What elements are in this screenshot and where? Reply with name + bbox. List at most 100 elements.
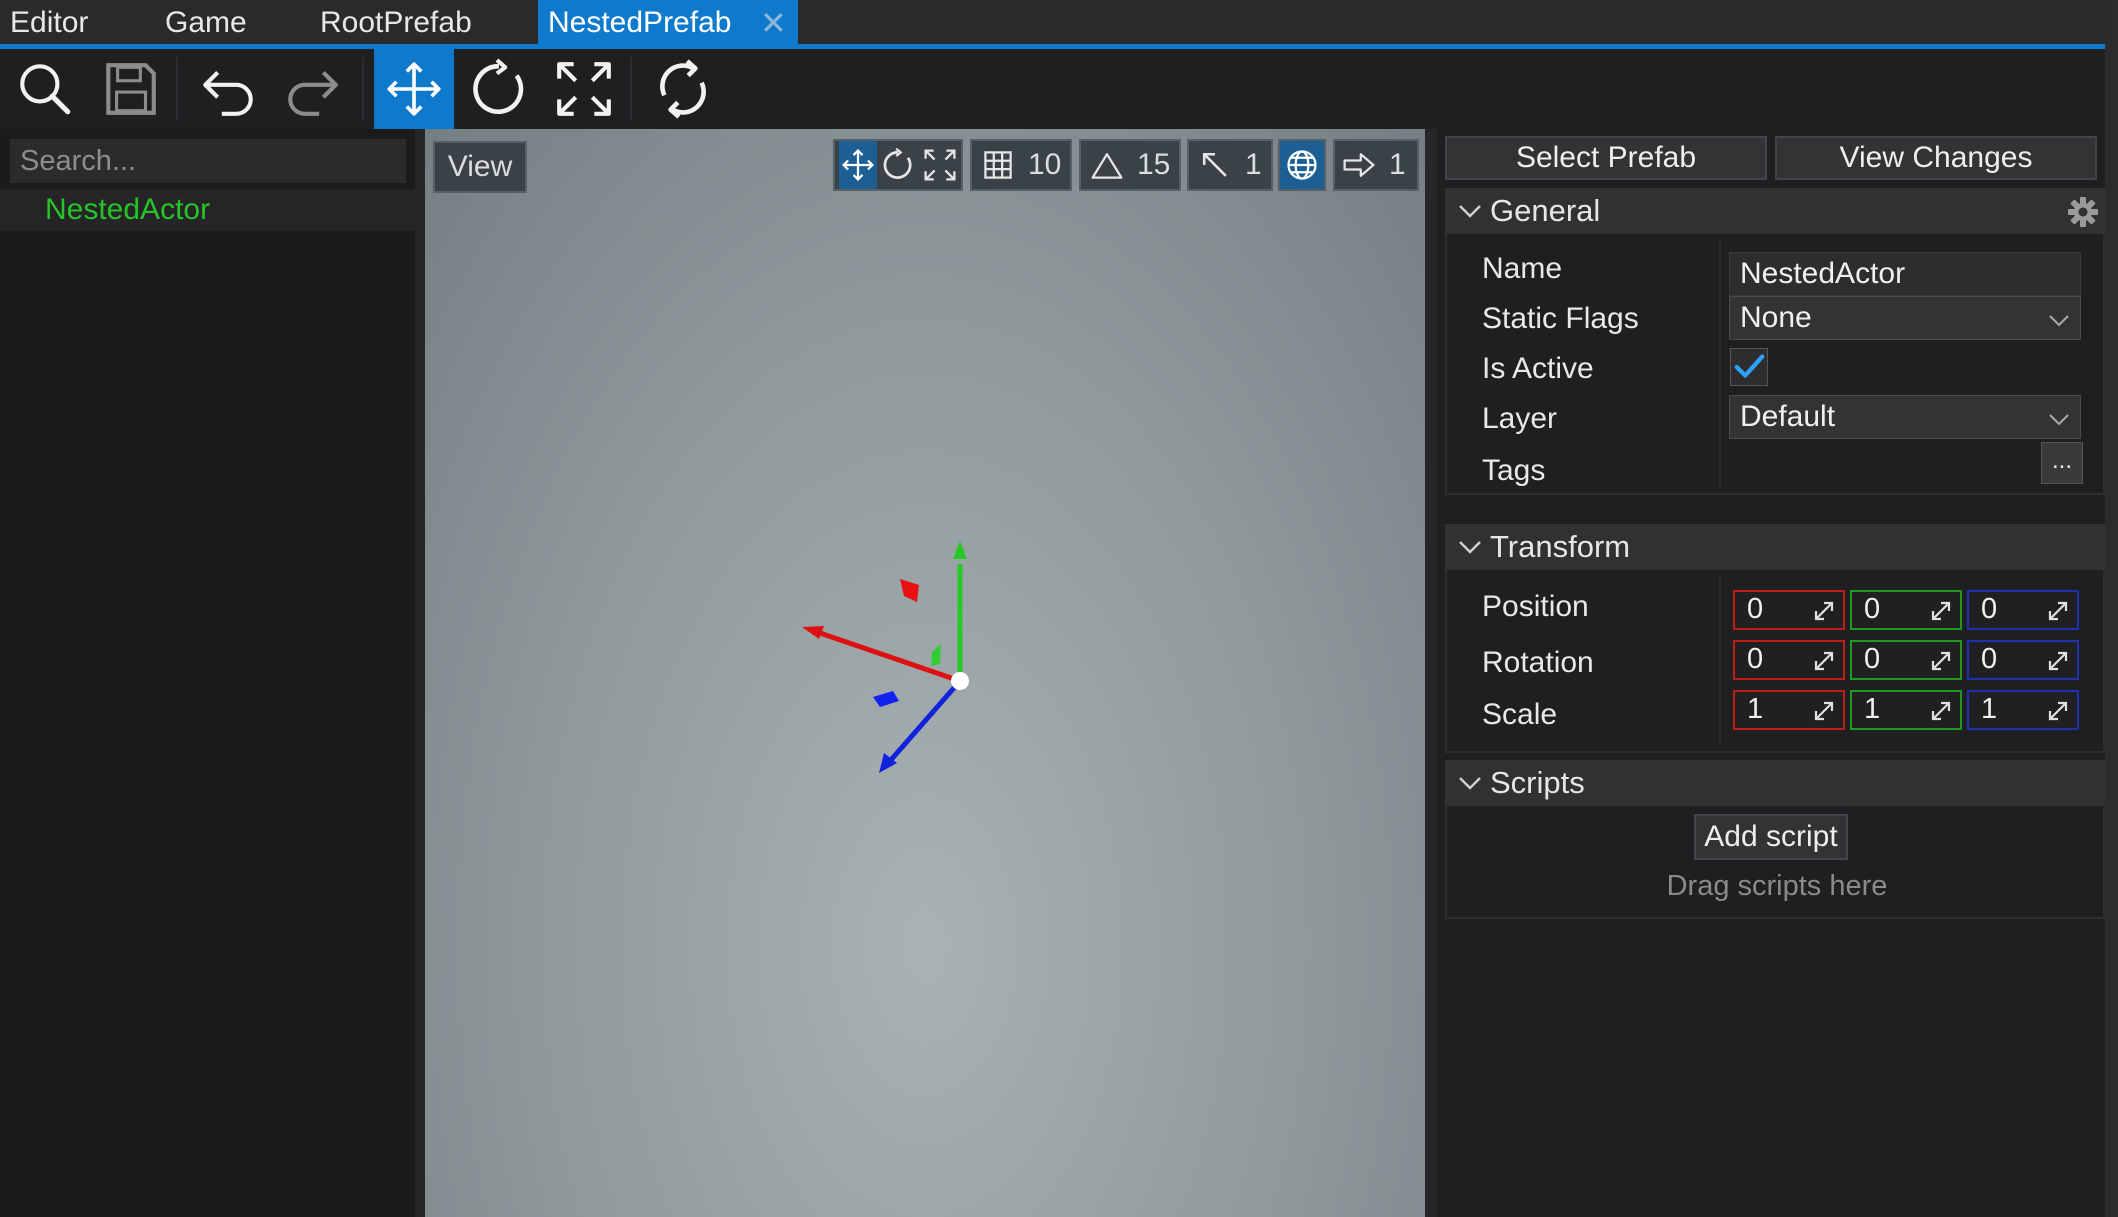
rotation-y-field[interactable]: 0 — [1850, 640, 1962, 680]
expand-arrow-icon[interactable] — [1928, 698, 1954, 724]
panel-splitter[interactable] — [415, 129, 425, 1217]
scale-x-field[interactable]: 1 — [1733, 690, 1845, 730]
is-active-checkbox[interactable] — [1730, 348, 1768, 386]
scale-snap-button[interactable]: 1 — [1187, 139, 1273, 191]
column-divider — [1719, 576, 1721, 746]
prefab-viewport[interactable]: View 10 15 1 1 — [425, 129, 1425, 1217]
scale-z-value: 1 — [1981, 693, 1998, 725]
scale-y-field[interactable]: 1 — [1850, 690, 1962, 730]
tree-item-label: NestedActor — [45, 193, 211, 226]
grid-snap-button[interactable]: 10 — [970, 139, 1072, 191]
tab-bar: Editor Game RootPrefab NestedPrefab ✕ — [0, 0, 2118, 46]
section-transform-header[interactable]: Transform — [1445, 524, 2105, 570]
chevron-down-icon — [1459, 205, 1481, 218]
arrow-right-icon — [1343, 153, 1375, 177]
name-label: Name — [1482, 252, 1563, 285]
section-general-body: Name NestedActor Static Flags None Is Ac… — [1445, 234, 2105, 495]
gear-icon[interactable] — [2067, 196, 2099, 228]
undo-button[interactable] — [188, 49, 268, 129]
gizmo-center[interactable] — [951, 672, 969, 690]
rotation-label: Rotation — [1482, 646, 1594, 679]
toolbar-separator — [362, 57, 364, 121]
angle-snap-button[interactable]: 15 — [1079, 139, 1181, 191]
tags-edit-button[interactable]: ... — [2041, 442, 2083, 484]
rotation-z-field[interactable]: 0 — [1967, 640, 2079, 680]
rotate-gizmo-toggle[interactable] — [877, 141, 919, 189]
position-y-value: 0 — [1864, 593, 1881, 625]
view-label: View — [447, 150, 513, 183]
position-x-field[interactable]: 0 — [1733, 590, 1845, 630]
window-edge — [2105, 0, 2118, 1217]
globe-icon — [1287, 150, 1317, 180]
translate-mode-button[interactable] — [374, 49, 454, 129]
search-button[interactable] — [5, 49, 85, 129]
scale-y-value: 1 — [1864, 693, 1881, 725]
expand-arrow-icon[interactable] — [1811, 598, 1837, 624]
position-z-value: 0 — [1981, 593, 1998, 625]
position-y-field[interactable]: 0 — [1850, 590, 1962, 630]
layer-value: Default — [1740, 400, 1836, 433]
scale-snap-value: 1 — [1245, 148, 1262, 181]
section-general-header[interactable]: General — [1445, 188, 2105, 234]
gizmo-yz-plane-handle[interactable] — [873, 691, 899, 707]
expand-arrow-icon[interactable] — [1811, 698, 1837, 724]
rotation-x-field[interactable]: 0 — [1733, 640, 1845, 680]
scale-x-value: 1 — [1747, 693, 1764, 725]
grid-snap-value: 10 — [1028, 148, 1062, 181]
section-title: Scripts — [1490, 765, 1585, 800]
translate-small-icon — [842, 149, 874, 181]
expand-arrow-icon[interactable] — [1928, 598, 1954, 624]
chevron-down-icon — [1459, 777, 1481, 790]
select-prefab-button[interactable]: Select Prefab — [1445, 136, 1767, 180]
expand-arrow-icon[interactable] — [1928, 648, 1954, 674]
world-space-button[interactable] — [1278, 139, 1326, 191]
gizmo-xz-plane-handle[interactable] — [931, 644, 941, 666]
expand-arrow-icon[interactable] — [2045, 648, 2071, 674]
rotate-mode-button[interactable] — [459, 49, 539, 129]
layer-dropdown[interactable]: Default — [1729, 395, 2081, 439]
tab-nestedprefab[interactable]: NestedPrefab ✕ — [538, 0, 798, 46]
toolbar — [0, 49, 2118, 129]
expand-arrow-icon[interactable] — [2045, 698, 2071, 724]
panel-splitter[interactable] — [1425, 129, 1437, 1217]
redo-button[interactable] — [273, 49, 353, 129]
tree-item-nestedactor[interactable]: NestedActor — [0, 189, 415, 231]
scale-small-icon — [924, 149, 956, 181]
tab-game[interactable]: Game — [155, 0, 310, 46]
angle-icon — [1091, 153, 1123, 179]
add-script-button[interactable]: Add script — [1694, 814, 1848, 860]
search-input[interactable] — [10, 139, 406, 183]
column-divider — [1719, 240, 1721, 490]
view-menu-button[interactable]: View — [433, 141, 527, 193]
position-label: Position — [1482, 590, 1589, 623]
translate-gizmo-toggle[interactable] — [839, 141, 877, 189]
tab-editor[interactable]: Editor — [0, 0, 155, 46]
close-icon[interactable]: ✕ — [760, 0, 787, 46]
expand-arrow-icon[interactable] — [2045, 598, 2071, 624]
static-flags-dropdown[interactable]: None — [1729, 296, 2081, 340]
tab-label: Editor — [10, 6, 89, 39]
camera-speed-button[interactable]: 1 — [1333, 139, 1419, 191]
reload-button[interactable] — [643, 49, 723, 129]
scale-gizmo-toggle[interactable] — [919, 141, 961, 189]
save-button[interactable] — [90, 49, 170, 129]
tab-rootprefab[interactable]: RootPrefab — [310, 0, 538, 46]
rotate-gizmo-icon — [473, 58, 524, 115]
name-value: NestedActor — [1740, 257, 1906, 290]
scale-z-field[interactable]: 1 — [1967, 690, 2079, 730]
chevron-down-icon — [1459, 541, 1481, 554]
scale-mode-button[interactable] — [544, 49, 624, 129]
name-field[interactable]: NestedActor — [1729, 252, 2081, 296]
section-scripts-header[interactable]: Scripts — [1445, 760, 2105, 806]
gizmo-z-axis[interactable] — [888, 679, 962, 763]
expand-arrow-icon[interactable] — [1811, 648, 1837, 674]
section-transform-body: Position 0 0 0 Rotation 0 0 0 Scale 1 1 … — [1445, 570, 2105, 753]
view-changes-button[interactable]: View Changes — [1775, 136, 2097, 180]
position-z-field[interactable]: 0 — [1967, 590, 2079, 630]
toolbar-separator — [176, 57, 178, 121]
transform-gizmo[interactable] — [780, 529, 1040, 829]
gizmo-xy-plane-handle[interactable] — [900, 579, 919, 602]
is-active-label: Is Active — [1482, 352, 1594, 385]
search-icon — [20, 64, 71, 115]
tab-label: RootPrefab — [320, 6, 472, 39]
